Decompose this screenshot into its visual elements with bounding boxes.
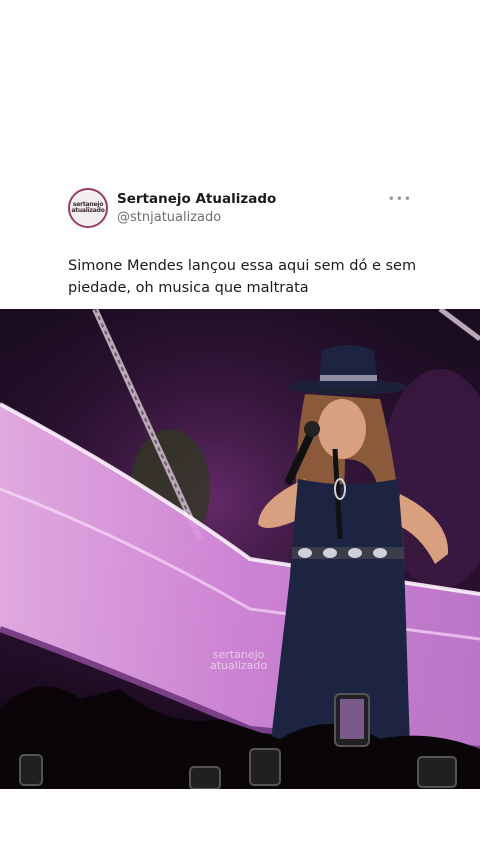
watermark-line2: atualizado (210, 659, 268, 672)
author-name[interactable]: Sertanejo Atualizado (117, 191, 276, 207)
more-horizontal-icon[interactable]: ••• (388, 192, 412, 206)
avatar[interactable]: sertanejo atualizado (68, 188, 108, 228)
author-handle[interactable]: @stnjatualizado (117, 210, 221, 225)
avatar-text-line2: atualizado (71, 207, 105, 214)
tweet-text: Simone Mendes lançou essa aqui sem dó e … (68, 258, 417, 296)
photo-watermark: sertanejo atualizado (210, 649, 267, 671)
concert-photo (0, 309, 480, 789)
page: sertanejo atualizado Sertanejo Atualizad… (0, 0, 480, 854)
avatar-logo: sertanejo atualizado (71, 191, 105, 225)
tweet-media-photo[interactable]: sertanejo atualizado (0, 309, 480, 789)
tweet-header: sertanejo atualizado Sertanejo Atualizad… (68, 188, 418, 232)
